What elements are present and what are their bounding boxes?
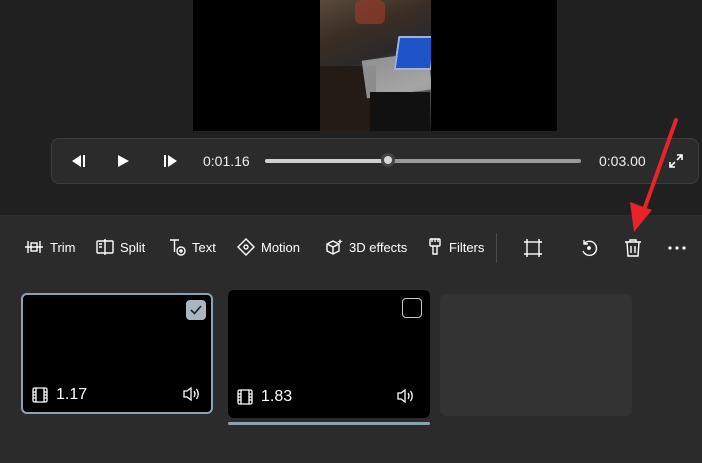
motion-label: Motion (261, 239, 301, 255)
filters-label: Filters (449, 239, 485, 255)
storyboard-clip[interactable]: 1.17 (21, 293, 213, 414)
text-label: Text (192, 239, 216, 255)
clip-checkbox[interactable] (186, 300, 206, 320)
more-dots-icon (668, 246, 686, 250)
clip-volume-button[interactable] (182, 386, 202, 407)
trim-label: Trim (50, 239, 76, 255)
playback-controls: 0:01.16 0:03.00 (51, 138, 699, 184)
resize-crop-icon (524, 239, 542, 257)
preview-area: 0:01.16 0:03.00 (0, 0, 702, 215)
clip-duration: 1.83 (237, 388, 292, 406)
clip-duration-value: 1.17 (56, 386, 88, 403)
current-time: 0:01.16 (203, 153, 250, 169)
checkmark-icon (190, 305, 202, 315)
video-frame-image (320, 0, 431, 131)
clip-duration: 1.17 (32, 386, 87, 404)
3d-effects-icon (326, 239, 343, 255)
rotate-icon (582, 240, 598, 257)
seek-slider[interactable] (265, 153, 581, 167)
storyboard-clip[interactable]: 1.83 (228, 290, 430, 418)
trim-icon (25, 241, 43, 253)
speaker-icon (183, 386, 199, 402)
trash-icon (625, 239, 641, 257)
film-icon (237, 389, 253, 405)
video-preview (193, 0, 557, 131)
play-button[interactable] (110, 149, 136, 173)
motion-button[interactable]: Motion (237, 232, 300, 262)
clip-checkbox[interactable] (402, 298, 422, 318)
delete-button[interactable] (620, 235, 646, 261)
3d-effects-button[interactable]: 3D effects (325, 232, 407, 262)
resize-button[interactable] (520, 235, 546, 261)
speaker-icon (397, 388, 413, 404)
filters-button[interactable]: Filters (427, 232, 484, 262)
rotate-button[interactable] (576, 235, 602, 261)
more-options-button[interactable] (664, 235, 690, 261)
previous-frame-button[interactable] (65, 149, 91, 173)
fullscreen-button[interactable] (663, 149, 689, 173)
toolbar-separator (496, 233, 497, 263)
total-time: 0:03.00 (599, 153, 646, 169)
text-button[interactable]: Text (168, 232, 216, 262)
seek-thumb[interactable] (381, 153, 396, 167)
motion-icon (237, 238, 255, 256)
film-icon (32, 387, 48, 403)
step-forward-icon (164, 155, 177, 167)
storyboard-toolbar: Trim Split Text Motion 3D effects Filter… (0, 232, 702, 263)
split-button[interactable]: Split (96, 232, 145, 262)
seek-progress (265, 159, 389, 163)
play-icon (118, 155, 129, 167)
clip-selection-underline (228, 422, 430, 425)
trim-button[interactable]: Trim (24, 232, 76, 262)
expand-icon (669, 154, 683, 168)
text-icon (170, 239, 186, 256)
clip-duration-value: 1.83 (261, 388, 293, 405)
step-back-icon (72, 155, 85, 167)
clip-volume-button[interactable] (396, 388, 416, 409)
filters-icon (429, 238, 441, 255)
next-frame-button[interactable] (158, 149, 184, 173)
split-label: Split (120, 239, 146, 255)
split-icon (96, 239, 114, 255)
empty-clip-slot[interactable] (440, 294, 632, 416)
3d-effects-label: 3D effects (349, 239, 408, 255)
